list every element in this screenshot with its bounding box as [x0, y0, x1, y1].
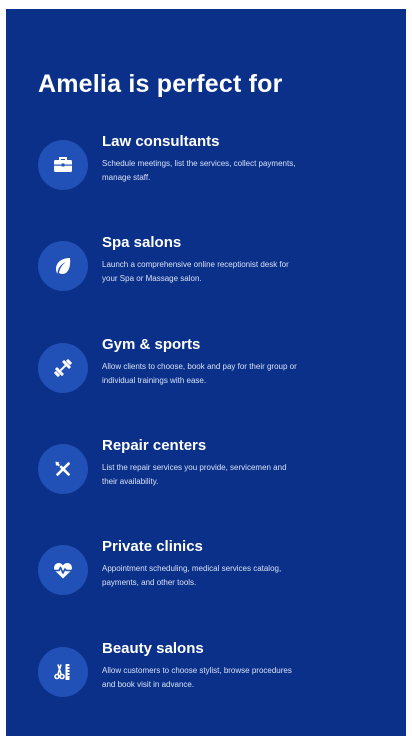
item-description: Schedule meetings, list the services, co… [102, 159, 296, 182]
leaf-icon [38, 241, 88, 291]
briefcase-icon [38, 140, 88, 190]
list-item-gym-sports: Gym & sports Allow clients to choose, bo… [38, 335, 398, 405]
industries-panel: Amelia is perfect for Law consultants Sc… [6, 9, 406, 736]
item-title: Repair centers [102, 437, 207, 454]
list-item-private-clinics: Private clinics Appointment scheduling, … [38, 537, 398, 607]
item-title: Beauty salons [102, 640, 204, 657]
industries-list: Law consultants Schedule meetings, list … [6, 9, 406, 736]
item-title: Gym & sports [102, 336, 201, 353]
tools-icon [38, 444, 88, 494]
item-description: Allow customers to choose stylist, brows… [102, 666, 292, 689]
item-description: Appointment scheduling, medical services… [102, 564, 282, 587]
dumbbell-icon [38, 343, 88, 393]
item-description: Launch a comprehensive online receptioni… [102, 260, 289, 283]
item-description: List the repair services you provide, se… [102, 463, 287, 486]
item-title: Law consultants [102, 133, 220, 150]
list-item-law-consultants: Law consultants Schedule meetings, list … [38, 132, 398, 202]
scissors-comb-icon [38, 647, 88, 697]
item-title: Private clinics [102, 538, 203, 555]
list-item-beauty-salons: Beauty salons Allow customers to choose … [38, 639, 398, 709]
heartbeat-icon [38, 545, 88, 595]
item-description: Allow clients to choose, book and pay fo… [102, 362, 297, 385]
item-title: Spa salons [102, 234, 182, 251]
list-item-spa-salons: Spa salons Launch a comprehensive online… [38, 233, 398, 303]
list-item-repair-centers: Repair centers List the repair services … [38, 436, 398, 506]
